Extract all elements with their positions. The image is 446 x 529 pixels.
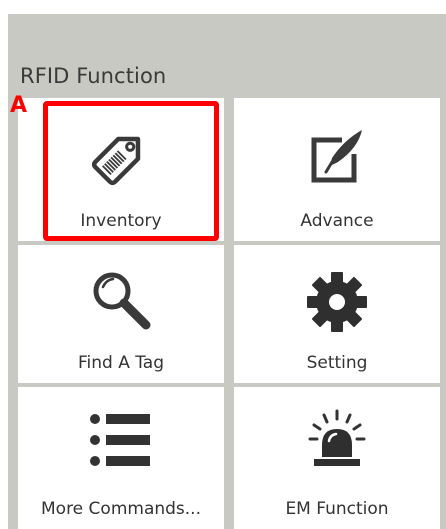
find-a-tag-tile[interactable]: Find A Tag <box>18 245 224 383</box>
top-strip <box>0 0 446 14</box>
gear-icon <box>307 272 367 332</box>
find-a-tag-label: Find A Tag <box>77 353 165 373</box>
rfid-app: RFID Function Inventory Advance Find A T… <box>0 0 446 529</box>
list-icon <box>90 414 150 466</box>
section-title: RFID Function <box>20 64 167 88</box>
setting-tile[interactable]: Setting <box>234 245 440 383</box>
advance-label: Advance <box>300 211 374 231</box>
em-function-label: EM Function <box>285 499 389 519</box>
more-commands-tile[interactable]: More Commands... <box>18 387 224 529</box>
search-icon <box>93 272 151 330</box>
highlight-box <box>43 101 219 241</box>
annotation-marker: A <box>10 93 28 118</box>
more-commands-label: More Commands... <box>41 499 201 519</box>
edit-pen-icon <box>311 130 362 183</box>
advance-tile[interactable]: Advance <box>234 98 440 241</box>
setting-label: Setting <box>306 353 368 373</box>
alarm-light-icon <box>308 409 366 466</box>
em-function-tile[interactable]: EM Function <box>234 387 440 529</box>
